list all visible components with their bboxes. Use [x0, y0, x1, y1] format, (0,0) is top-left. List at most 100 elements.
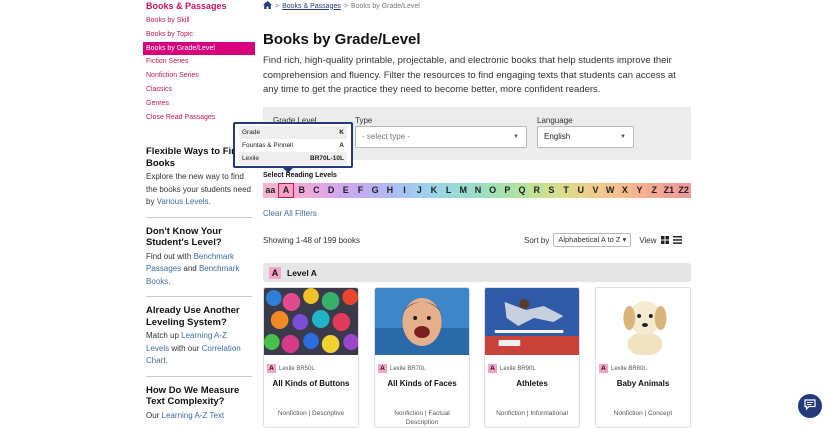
- sidebar-link-fiction-series[interactable]: Fiction Series: [143, 55, 255, 69]
- level-button-e[interactable]: E: [338, 183, 354, 198]
- level-button-u[interactable]: U: [573, 183, 589, 198]
- home-icon[interactable]: [263, 1, 272, 11]
- grid-view-icon[interactable]: [660, 236, 669, 244]
- lexile-value: Lexile BR90L: [500, 365, 536, 372]
- book-tags: Nonfiction | Concept: [613, 410, 673, 417]
- type-select-value: - select type -: [362, 132, 411, 141]
- level-button-z[interactable]: Z: [646, 183, 662, 198]
- book-tags: Nonfiction | Informational: [496, 410, 568, 417]
- level-button-y[interactable]: Y: [632, 183, 647, 198]
- level-button-s[interactable]: S: [544, 183, 559, 198]
- sidebar-block-heading: Don't Know Your Student's Level?: [146, 225, 222, 249]
- book-meta: A Lexile BR50L: [267, 364, 355, 373]
- page-title: Books by Grade/Level: [263, 31, 421, 48]
- sidebar-link-nonfiction-series[interactable]: Nonfiction Series: [143, 69, 255, 83]
- sidebar-block-text: Find out with Benchmark Passages and Ben…: [146, 251, 252, 289]
- sort-select[interactable]: Alphabetical A to Z ▾: [553, 233, 632, 247]
- level-tooltip: Grade K Fountas & Pinnell A Lexile BR70L-10…: [233, 122, 353, 173]
- book-cover-image: [264, 288, 358, 355]
- sidebar-link-books-by-grade-level[interactable]: Books by Grade/Level: [143, 41, 255, 56]
- sidebar-block-text: Our Learning A-Z Text: [146, 410, 252, 423]
- level-section-header: A Level A: [263, 263, 691, 282]
- level-button-a[interactable]: A: [277, 183, 295, 198]
- sidebar-link-classics[interactable]: Classics: [143, 83, 255, 97]
- book-tags: Nonfiction | Descriptive: [277, 410, 345, 417]
- level-button-t[interactable]: T: [558, 183, 574, 198]
- learning-az-text-link[interactable]: Learning A-Z Text: [162, 411, 225, 420]
- book-card[interactable]: A Lexile BR50L All Kinds of Buttons Nonfi…: [263, 287, 359, 428]
- sidebar-block-text: Explore the new way to find the books yo…: [146, 171, 252, 209]
- type-select[interactable]: - select type - ▼: [355, 126, 527, 148]
- view-label: View: [639, 235, 657, 245]
- book-title[interactable]: Athletes: [485, 379, 579, 388]
- language-label: Language: [537, 116, 573, 125]
- chevron-down-icon: ▼: [513, 134, 519, 140]
- tooltip-arrow: [282, 167, 294, 173]
- book-card[interactable]: A Lexile BR90L Athletes Nonfiction | Info…: [484, 287, 580, 428]
- sort-controls: Sort by Alphabetical A to Z ▾ View: [524, 233, 682, 247]
- sidebar-title: Books & Passages: [146, 1, 227, 11]
- book-title[interactable]: All Kinds of Buttons: [264, 379, 358, 388]
- sidebar-block-text-part: Our: [146, 410, 162, 420]
- sidebar-block-text: Match up Learning A-Z Levels with our Co…: [146, 330, 252, 368]
- sidebar-block-text-part: .: [208, 197, 211, 207]
- chevron-down-icon: ▼: [620, 134, 626, 140]
- book-meta: A Lexile BR70L: [378, 364, 466, 373]
- level-button-d[interactable]: D: [323, 183, 339, 198]
- various-levels-link[interactable]: Various Levels: [157, 197, 209, 206]
- book-card[interactable]: A Lexile BR80L Baby Animals Nonfiction | …: [595, 287, 691, 428]
- sidebar: Books & Passages Books by Skill Books by…: [143, 0, 255, 422]
- level-button-v[interactable]: V: [588, 183, 603, 198]
- level-button-m[interactable]: M: [455, 183, 471, 198]
- sidebar-block-leveling-system: Already Use Another Leveling System? Mat…: [143, 305, 255, 377]
- book-title[interactable]: Baby Animals: [596, 379, 690, 388]
- level-button-h[interactable]: H: [382, 183, 398, 198]
- sidebar-block-text-part: .: [165, 356, 168, 366]
- level-button-l[interactable]: L: [441, 183, 456, 198]
- reading-level-selector: aa A B C D E F G H I J K L M N O P Q R S T U V W X Y Z Z1 Z2: [263, 183, 691, 198]
- level-button-n[interactable]: N: [470, 183, 486, 198]
- breadcrumb-separator: >: [343, 2, 348, 10]
- divider: [146, 375, 252, 377]
- level-button-z1[interactable]: Z1: [661, 183, 677, 198]
- sidebar-block-text-part: and: [181, 264, 199, 274]
- book-cover-image: [375, 288, 469, 355]
- chat-button[interactable]: [798, 394, 822, 418]
- level-button-b[interactable]: B: [294, 183, 310, 198]
- lexile-value: Lexile BR80L: [611, 365, 647, 372]
- level-section-label: Level A: [287, 267, 317, 278]
- language-select-value: English: [544, 132, 571, 141]
- level-button-c[interactable]: C: [309, 183, 324, 198]
- level-button-k[interactable]: K: [426, 183, 442, 198]
- level-badge: A: [378, 364, 387, 373]
- level-badge: A: [599, 364, 608, 373]
- breadcrumb-separator: >: [275, 2, 280, 10]
- book-title[interactable]: All Kinds of Faces: [375, 379, 469, 388]
- list-view-icon[interactable]: [672, 236, 682, 244]
- level-button-o[interactable]: O: [485, 183, 500, 198]
- sidebar-block-student-level: Don't Know Your Student's Level? Find ou…: [143, 226, 255, 298]
- sidebar-link-books-by-skill[interactable]: Books by Skill: [143, 14, 255, 28]
- breadcrumb-parent-link[interactable]: Books & Passages: [282, 3, 341, 10]
- level-button-j[interactable]: J: [411, 183, 427, 198]
- book-meta: A Lexile BR90L: [488, 364, 576, 373]
- results-count: Showing 1-48 of 199 books: [263, 236, 360, 245]
- sidebar-link-books-by-topic[interactable]: Books by Topic: [143, 28, 255, 42]
- level-button-w[interactable]: W: [602, 183, 618, 198]
- level-button-p[interactable]: P: [500, 183, 515, 198]
- level-button-aa[interactable]: aa: [263, 183, 278, 198]
- level-button-z2[interactable]: Z2: [676, 183, 691, 198]
- level-button-r[interactable]: R: [529, 183, 545, 198]
- level-button-x[interactable]: X: [617, 183, 633, 198]
- chat-bubble-icon: [804, 397, 816, 415]
- level-button-i[interactable]: I: [397, 183, 412, 198]
- sidebar-link-genres[interactable]: Genres: [143, 97, 255, 111]
- language-select[interactable]: English ▼: [537, 126, 634, 148]
- clear-all-filters-link[interactable]: Clear All Filters: [263, 209, 317, 218]
- sidebar-block-heading: Already Use Another Leveling System?: [146, 305, 240, 328]
- level-button-g[interactable]: G: [367, 183, 383, 198]
- level-button-q[interactable]: Q: [514, 183, 530, 198]
- level-button-f[interactable]: F: [353, 183, 368, 198]
- book-card[interactable]: A Lexile BR70L All Kinds of Faces Nonfict…: [374, 287, 470, 428]
- sidebar-block-text-part: Match up: [146, 331, 182, 341]
